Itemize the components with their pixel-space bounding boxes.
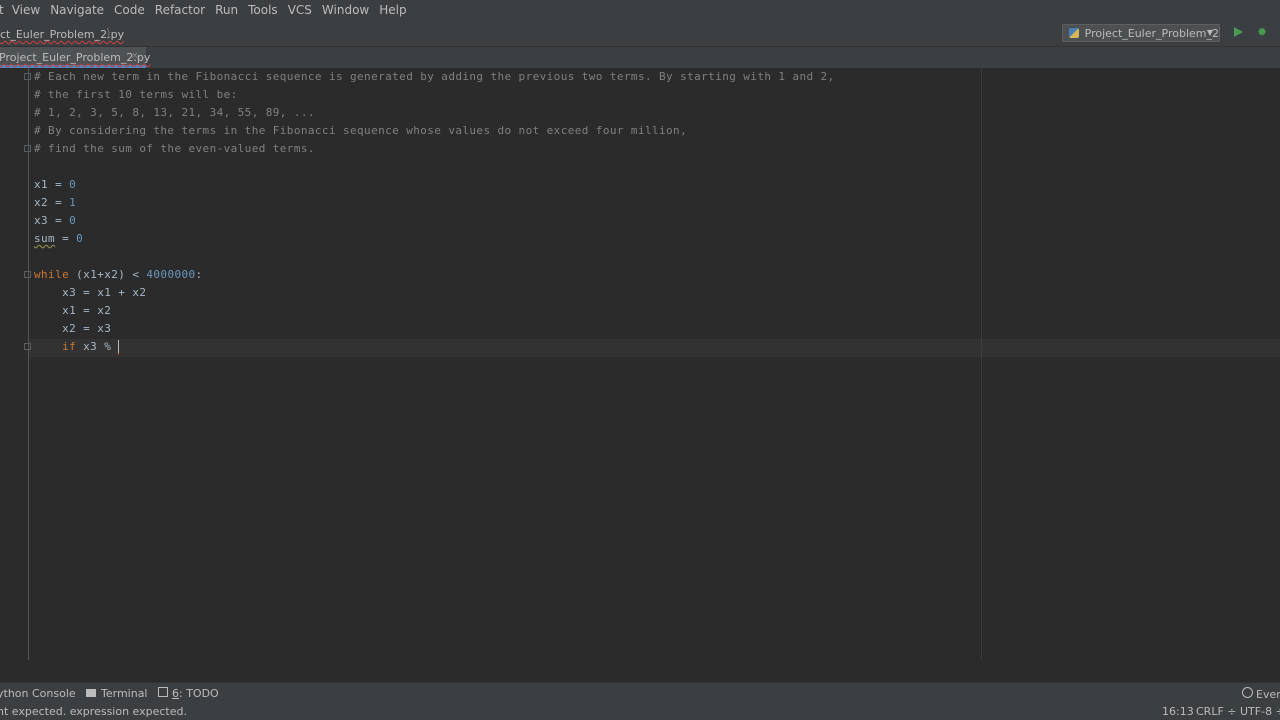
variable-x1: x1 (34, 178, 49, 191)
number-literal: 0 (69, 214, 77, 227)
variable-x3: x3 (34, 214, 49, 227)
menu-edit[interactable]: t (0, 3, 4, 17)
while-condition: (x1+x2) < (69, 268, 147, 281)
operator: = (48, 196, 70, 209)
text-cursor (118, 339, 120, 355)
code-line: # find the sum of the even-valued terms. (34, 142, 315, 155)
status-bar: nt expected. expression expected. 16:13 … (0, 703, 1280, 720)
python-console-button[interactable]: ython Console (0, 687, 76, 700)
code-line: sum = 0 (34, 230, 835, 248)
number-literal: 4000000 (146, 268, 196, 281)
code-text: # Each new term in the Fibonacci sequenc… (34, 68, 835, 356)
status-message: nt expected. expression expected. (0, 705, 187, 718)
code-editor[interactable]: # Each new term in the Fibonacci sequenc… (0, 68, 1280, 660)
menu-bar: t View Navigate Code Refactor Run Tools … (0, 0, 1280, 20)
debug-icon[interactable]: ✹ (1256, 26, 1268, 38)
menu-run[interactable]: Run (215, 3, 238, 17)
menu-refactor[interactable]: Refactor (155, 3, 205, 17)
event-log-button[interactable]: Event (1242, 687, 1280, 701)
menu-window[interactable]: Window (322, 3, 369, 17)
todo-shortcut-number: 6 (172, 687, 179, 700)
code-line: x3 = 0 (34, 212, 835, 230)
encoding-selector[interactable]: UTF-8 ÷ (1240, 705, 1280, 718)
editor-tab[interactable]: Project_Euler_Problem_2.py × (0, 47, 150, 68)
fold-marker-icon[interactable] (24, 145, 31, 152)
run-configuration-dropdown[interactable]: Project_Euler_Problem_2 ▼ (1062, 24, 1220, 42)
event-log-label: Event (1256, 688, 1280, 701)
operator: = (48, 214, 70, 227)
terminal-label: Terminal (101, 687, 148, 700)
operator: = (48, 178, 70, 191)
terminal-button[interactable]: Terminal (86, 687, 148, 700)
fold-marker-icon[interactable] (24, 343, 31, 350)
keyword-while: while (34, 268, 70, 281)
gutter-divider (28, 68, 29, 660)
code-line: x3 = x1 + x2 (34, 286, 147, 299)
number-literal: 1 (69, 196, 77, 209)
operator: = (55, 232, 77, 245)
fold-marker-icon[interactable] (24, 73, 31, 80)
code-line: while (x1+x2) < 4000000: (34, 266, 835, 284)
code-line: # Each new term in the Fibonacci sequenc… (34, 70, 835, 83)
colon: : (195, 268, 203, 281)
menu-view[interactable]: View (12, 3, 40, 17)
number-literal: 0 (76, 232, 84, 245)
menu-code[interactable]: Code (114, 3, 145, 17)
line-separator-selector[interactable]: CRLF ÷ (1196, 705, 1237, 718)
variable-sum: sum (34, 232, 56, 245)
chevron-down-icon: ▼ (1206, 28, 1213, 37)
keyword-if: if (62, 340, 77, 353)
python-icon (1069, 28, 1079, 38)
right-margin-guide (981, 68, 982, 660)
close-icon[interactable]: × (131, 51, 139, 61)
caret-position[interactable]: 16:13 (1162, 705, 1194, 718)
code-line: x1 = x2 (34, 304, 112, 317)
code-line: x1 = 0 (34, 176, 835, 194)
tool-window-bar: ython Console Terminal 6: TODO Event (0, 682, 1280, 703)
todo-icon (158, 687, 168, 697)
terminal-icon (86, 689, 96, 697)
menu-help[interactable]: Help (379, 3, 406, 17)
editor-tab-label: Project_Euler_Problem_2.py (0, 51, 151, 64)
run-configuration-label: Project_Euler_Problem_2 (1084, 26, 1219, 40)
editor-tab-bar: Project_Euler_Problem_2.py × (0, 47, 1280, 68)
python-console-label: ython Console (0, 687, 76, 700)
code-line: # By considering the terms in the Fibona… (34, 124, 688, 137)
code-line: # the first 10 terms will be: (34, 88, 238, 101)
run-icon[interactable] (1234, 27, 1243, 37)
navigation-bar: ct_Euler_Problem_2.py ⟩ Project_Euler_Pr… (0, 20, 1280, 47)
code-line: # 1, 2, 3, 5, 8, 13, 21, 34, 55, 89, ... (34, 106, 315, 119)
variable-x2: x2 (34, 196, 49, 209)
fold-marker-icon[interactable] (24, 271, 31, 278)
menu-tools[interactable]: Tools (248, 3, 278, 17)
code-line: x2 = x3 (34, 322, 112, 335)
code-line-current: if x3 % (34, 338, 835, 356)
todo-label: : TODO (179, 687, 219, 700)
code-line: x2 = 1 (34, 194, 835, 212)
event-log-icon (1242, 687, 1253, 698)
if-expression: x3 % (76, 340, 119, 353)
breadcrumb-separator-icon: ⟩ (106, 26, 111, 40)
number-literal: 0 (69, 178, 77, 191)
menu-navigate[interactable]: Navigate (50, 3, 104, 17)
todo-button[interactable]: 6: TODO (158, 687, 219, 700)
menu-vcs[interactable]: VCS (288, 3, 312, 17)
